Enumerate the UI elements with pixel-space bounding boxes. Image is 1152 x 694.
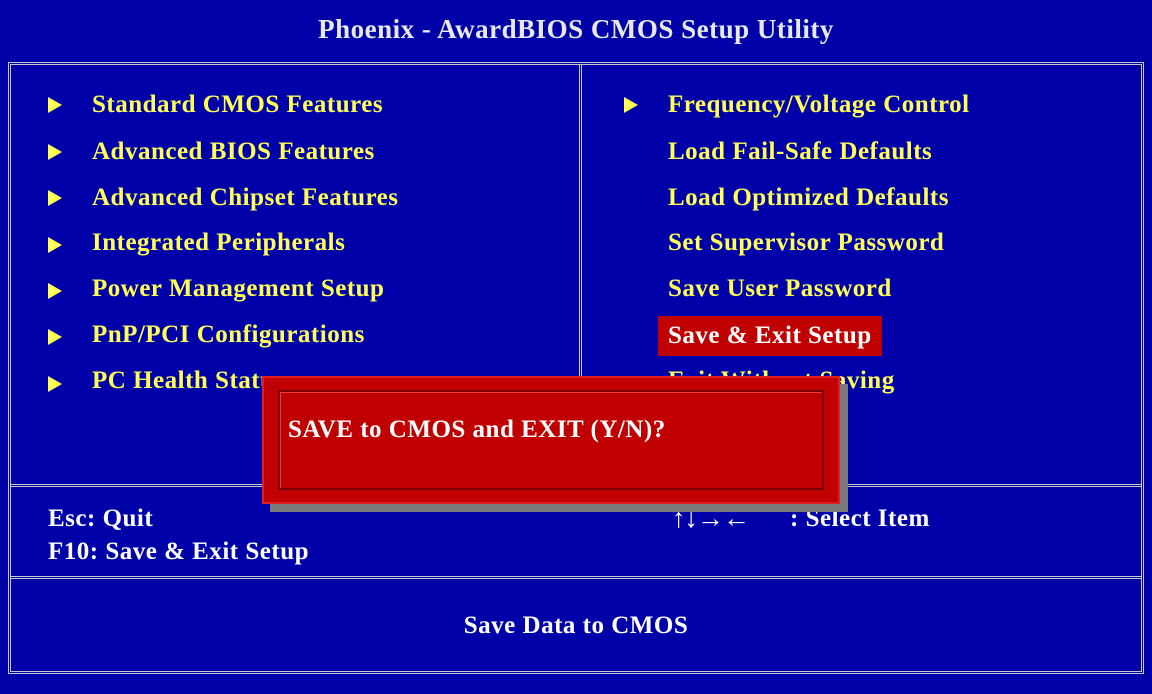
submenu-arrow-icon	[48, 376, 62, 392]
menu-item-save-user-password[interactable]: Save User Password	[668, 272, 892, 306]
menu-item-advanced-bios-features[interactable]: Advanced BIOS Features	[92, 135, 375, 169]
bios-screen: Phoenix - AwardBIOS CMOS Setup Utility S…	[0, 0, 1152, 694]
menu-item-power-management-setup[interactable]: Power Management Setup	[92, 272, 384, 306]
menu-item-standard-cmos-features[interactable]: Standard CMOS Features	[92, 88, 383, 122]
menu-item-advanced-chipset-features[interactable]: Advanced Chipset Features	[92, 181, 398, 215]
submenu-arrow-icon	[48, 329, 62, 345]
status-divider	[11, 576, 1141, 579]
submenu-arrow-icon	[48, 237, 62, 253]
menu-item-pc-health-status[interactable]: PC Health Status	[92, 364, 285, 398]
submenu-arrow-icon	[48, 190, 62, 206]
f10-save-hint: F10: Save & Exit Setup	[48, 538, 309, 565]
menu-item-set-supervisor-password[interactable]: Set Supervisor Password	[668, 226, 944, 260]
dialog-prompt: SAVE to CMOS and EXIT (Y/N)?	[288, 416, 666, 443]
submenu-arrow-icon	[48, 97, 62, 113]
menu-item-load-optimized-defaults[interactable]: Load Optimized Defaults	[668, 181, 949, 215]
menu-item-save-exit-setup[interactable]: Save & Exit Setup	[658, 316, 882, 356]
menu-item-load-fail-safe-defaults[interactable]: Load Fail-Safe Defaults	[668, 135, 932, 169]
esc-quit-hint: Esc: Quit	[48, 505, 154, 532]
menu-item-frequency-voltage-control[interactable]: Frequency/Voltage Control	[668, 88, 970, 122]
menu-item-integrated-peripherals[interactable]: Integrated Peripherals	[92, 226, 345, 260]
submenu-arrow-icon	[624, 97, 638, 113]
confirm-dialog[interactable]: SAVE to CMOS and EXIT (Y/N)?	[262, 376, 840, 504]
submenu-arrow-icon	[48, 144, 62, 160]
window-title: Phoenix - AwardBIOS CMOS Setup Utility	[318, 14, 834, 44]
menu-item-pnp-pci-configurations[interactable]: PnP/PCI Configurations	[92, 318, 365, 352]
submenu-arrow-icon	[48, 283, 62, 299]
status-bar-text: Save Data to CMOS	[463, 612, 689, 639]
